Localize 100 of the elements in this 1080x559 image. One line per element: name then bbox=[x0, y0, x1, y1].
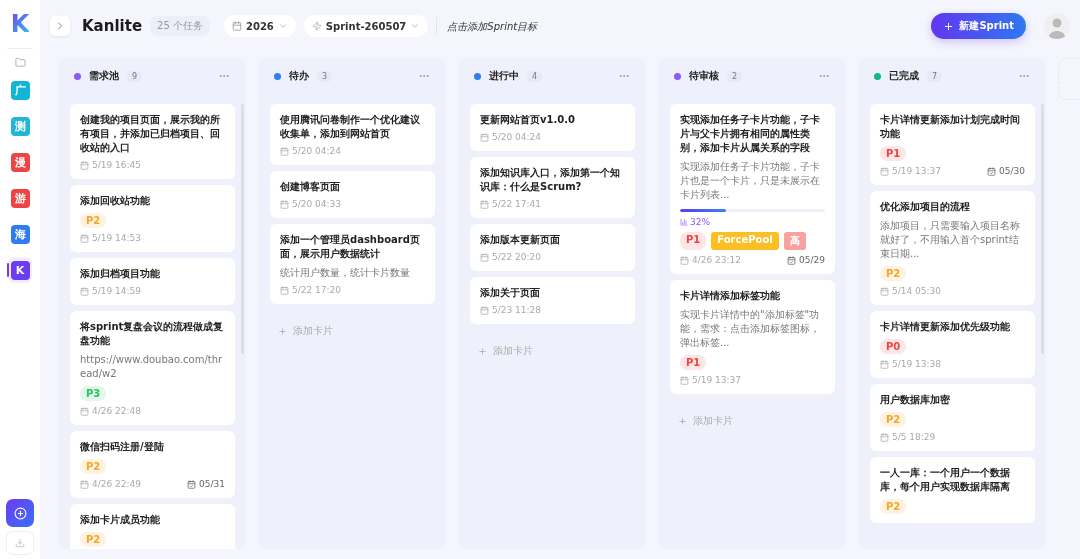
task-card[interactable]: 一人一库：一个用户一个数据库，每个用户实现数据库隔离 P2 bbox=[870, 457, 1035, 523]
card-title: 一人一库：一个用户一个数据库，每个用户实现数据库隔离 bbox=[880, 466, 1011, 494]
created-date: 5/20 04:24 bbox=[280, 146, 341, 156]
task-card[interactable]: 添加一个管理员dashboard页面，展示用户数据统计 统计用户数量，统计卡片数量 5/22 17:20 bbox=[270, 224, 435, 304]
priority-badge: P1 bbox=[680, 355, 707, 370]
download-icon bbox=[15, 538, 25, 548]
card-title: 添加关于页面 bbox=[480, 286, 541, 300]
card-title: 优化添加项目的流程 bbox=[880, 200, 971, 214]
calendar-icon bbox=[880, 432, 889, 442]
sprint-goal-field[interactable]: 点击添加Sprint目标 bbox=[445, 19, 596, 33]
task-card[interactable]: 添加版本更新页面 5/22 20:20 bbox=[470, 224, 635, 271]
sprint-select[interactable]: Sprint-260507 bbox=[303, 15, 429, 37]
created-date: 4/26 22:49 bbox=[80, 479, 141, 489]
calendar-icon bbox=[880, 166, 889, 176]
calendar-icon bbox=[880, 359, 889, 369]
task-card[interactable]: 微信扫码注册/登陆 P2 4/26 22:49 05/31 bbox=[70, 431, 235, 498]
lightning-icon bbox=[311, 21, 322, 31]
task-card[interactable]: 用户数据库加密 P2 5/5 18:29 bbox=[870, 384, 1035, 451]
created-date: 4/26 23:12 bbox=[680, 255, 741, 265]
task-card[interactable]: 创建博客页面 5/20 04:33 bbox=[270, 171, 435, 218]
card-title: 添加卡片成员功能 bbox=[80, 513, 161, 527]
column-title: 需求池 bbox=[89, 69, 119, 83]
card-title: 使用腾讯问卷制作一个优化建议收集单，添加到网站首页 bbox=[280, 113, 421, 141]
card-title: 微信扫码注册/登陆 bbox=[80, 440, 165, 454]
priority-badge: P2 bbox=[880, 412, 907, 427]
created-date: 5/14 05:30 bbox=[880, 286, 941, 296]
calendar-icon bbox=[80, 160, 89, 170]
priority-badge: P2 bbox=[80, 532, 107, 547]
plus-icon bbox=[478, 346, 487, 356]
created-date: 5/19 16:45 bbox=[80, 160, 141, 170]
column-count: 7 bbox=[927, 70, 943, 82]
created-date: 5/19 13:38 bbox=[880, 359, 941, 369]
task-card[interactable]: 更新网站首页v1.0.0 5/20 04:24 bbox=[470, 104, 635, 151]
card-description: 实现添加任务子卡片功能，子卡片也是一个卡片，只是未展示在卡片列表... bbox=[680, 160, 821, 202]
column-title: 已完成 bbox=[889, 69, 919, 83]
card-description: 实现卡片详情中的"添加标签"功能，需求：点击添加标签图标，弹出标签... bbox=[680, 308, 821, 350]
calendar-icon bbox=[680, 375, 689, 385]
created-date: 5/5 18:29 bbox=[880, 432, 936, 442]
card-title: 添加知识库入口，添加第一个知识库：什么是Scrum? bbox=[480, 166, 621, 194]
calendar-icon bbox=[880, 286, 889, 296]
column-title: 待审核 bbox=[689, 69, 719, 83]
priority-badge: P0 bbox=[880, 339, 907, 354]
calendar-icon bbox=[80, 479, 89, 489]
task-card[interactable]: 添加回收站功能 P2 5/19 14:53 bbox=[70, 185, 235, 252]
due-date: 05/29 bbox=[787, 255, 825, 265]
calendar-check-icon bbox=[987, 166, 997, 176]
priority-badge: P3 bbox=[80, 386, 107, 401]
card-title: 卡片详情添加标签功能 bbox=[680, 289, 781, 303]
task-card[interactable]: 将sprint复盘会议的流程做成复盘功能 https://www.doubao.com/thread/w2 P3 4/26 22:48 bbox=[70, 311, 235, 425]
created-date: 5/22 17:20 bbox=[280, 285, 341, 295]
task-card[interactable]: 创建我的项目页面，展示我的所有项目，并添加已归档项目、回收站的入口 5/19 16:45 bbox=[70, 104, 235, 179]
board-title: Kanlite bbox=[82, 17, 143, 35]
task-card[interactable]: 添加归档项目功能 5/19 14:59 bbox=[70, 258, 235, 305]
task-card[interactable]: 添加知识库入口，添加第一个知识库：什么是Scrum? 5/22 17:41 bbox=[470, 157, 635, 218]
avatar[interactable] bbox=[1044, 13, 1070, 39]
created-date: 5/19 13:37 bbox=[880, 166, 941, 176]
column-title: 进行中 bbox=[489, 69, 519, 83]
column-count: 3 bbox=[317, 70, 333, 82]
card-title: 添加归档项目功能 bbox=[80, 267, 161, 281]
created-date: 5/22 20:20 bbox=[480, 252, 541, 262]
due-date: 05/30 bbox=[987, 166, 1025, 176]
calendar-icon bbox=[480, 252, 489, 262]
card-title: 卡片详情更新添加计划完成时间功能 bbox=[880, 113, 1021, 141]
column-count: 2 bbox=[727, 70, 743, 82]
created-date: 4/26 22:48 bbox=[80, 406, 141, 416]
calendar-icon bbox=[480, 199, 489, 209]
created-date: 5/22 17:41 bbox=[480, 199, 541, 209]
created-date: 5/23 11:28 bbox=[480, 305, 541, 315]
task-card[interactable]: 添加卡片成员功能 P2 bbox=[70, 504, 235, 549]
card-description: 统计用户数量，统计卡片数量 bbox=[280, 266, 411, 280]
new-sprint-button[interactable]: 新建Sprint bbox=[931, 13, 1026, 39]
task-card[interactable]: 优化添加项目的流程 添加项目，只需要输入项目名称就好了，不用输入首个sprint结束日期... P2 5/14 05:30 bbox=[870, 191, 1035, 305]
folder-icon[interactable] bbox=[14, 57, 26, 68]
year-select[interactable]: 2026 bbox=[223, 15, 296, 37]
task-card[interactable]: 添加关于页面 5/23 11:28 bbox=[470, 277, 635, 324]
column-title: 待办 bbox=[289, 69, 309, 83]
column-count: 4 bbox=[527, 70, 543, 82]
card-title: 将sprint复盘会议的流程做成复盘功能 bbox=[80, 320, 225, 348]
task-card[interactable]: 卡片详情更新添加优先级功能 P0 5/19 13:38 bbox=[870, 311, 1035, 378]
task-card[interactable]: 实现添加任务子卡片功能，子卡片与父卡片拥有相同的属性类别，添加卡片从属关系的字段 实现添加任务子卡片功能，子卡片也是一个卡片，只是未展示在卡片列表... 32% P1 ForcePool 高 4/26 23:12 05/29 bbox=[670, 104, 835, 274]
task-card[interactable]: 卡片详情更新添加计划完成时间功能 P1 5/19 13:37 05/30 bbox=[870, 104, 1035, 185]
calendar-check-icon bbox=[187, 479, 197, 489]
calendar-icon bbox=[80, 233, 89, 243]
task-card[interactable]: 卡片详情添加标签功能 实现卡片详情中的"添加标签"功能，需求：点击添加标签图标，弹出标签... P1 5/19 13:37 bbox=[670, 280, 835, 394]
priority-badge: P2 bbox=[80, 459, 107, 474]
tag: 高 bbox=[783, 232, 806, 250]
task-card[interactable]: 使用腾讯问卷制作一个优化建议收集单，添加到网站首页 5/20 04:24 bbox=[270, 104, 435, 165]
plus-icon bbox=[678, 416, 687, 426]
card-description: https://www.doubao.com/thread/w2 bbox=[80, 353, 224, 381]
chevron-down-icon bbox=[277, 21, 288, 31]
priority-badge: P2 bbox=[880, 499, 907, 514]
add-project-button[interactable] bbox=[6, 499, 34, 527]
priority-badge: P1 bbox=[680, 232, 707, 250]
progress-label: 32% bbox=[680, 217, 825, 227]
sidebar-toggle[interactable] bbox=[50, 16, 70, 36]
chevron-down-icon bbox=[410, 21, 421, 31]
project-item[interactable]: K bbox=[8, 257, 32, 283]
created-date: 5/20 04:24 bbox=[480, 132, 541, 142]
priority-badge: P1 bbox=[880, 146, 907, 161]
priority-badge: P2 bbox=[880, 266, 907, 281]
